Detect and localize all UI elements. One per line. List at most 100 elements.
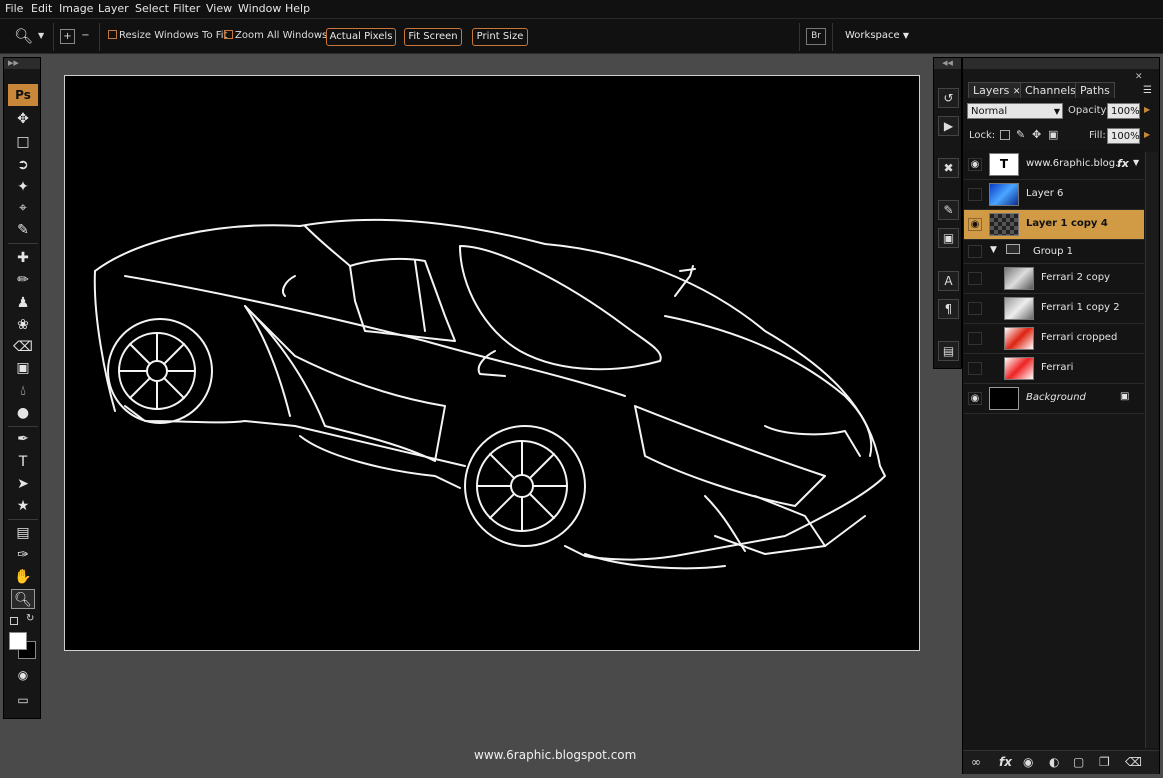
layer-row[interactable]: ◉ Layer 1 copy 4 — [964, 210, 1144, 240]
gradient-tool-icon[interactable]: ▣ — [11, 358, 35, 378]
path-selection-tool-icon[interactable]: ➤ — [11, 474, 35, 494]
menu-filter[interactable]: Filter — [173, 2, 200, 15]
zoom-out-icon[interactable]: − — [78, 29, 93, 44]
visibility-toggle[interactable] — [968, 332, 982, 345]
panel-grip[interactable]: ▶▶ — [4, 58, 40, 69]
move-tool-icon[interactable]: ✥ — [11, 109, 35, 129]
lock-all-icon[interactable]: ▣ — [1048, 128, 1058, 141]
screen-mode-icon[interactable]: ▭ — [11, 690, 35, 710]
clone-source-icon[interactable]: ▣ — [938, 228, 959, 248]
zoom-all-windows-checkbox[interactable]: Zoom All Windows — [224, 30, 327, 41]
tab-paths[interactable]: Paths — [1075, 82, 1115, 98]
menu-file[interactable]: File — [5, 2, 23, 15]
fx-icon[interactable]: fx — [1117, 157, 1129, 170]
layer-row[interactable]: Ferrari 2 copy — [964, 264, 1144, 294]
menu-view[interactable]: View — [206, 2, 232, 15]
layer-row[interactable]: Ferrari cropped — [964, 324, 1144, 354]
visibility-toggle[interactable] — [968, 245, 982, 258]
layer-row[interactable]: Ferrari 1 copy 2 — [964, 294, 1144, 324]
adjustment-layer-icon[interactable]: ◐ — [1049, 755, 1059, 769]
eye-icon[interactable]: ◉ — [968, 158, 982, 171]
fit-screen-button[interactable]: Fit Screen — [404, 28, 462, 46]
blur-tool-icon[interactable]: 💧︎ — [11, 381, 35, 401]
lasso-tool-icon[interactable]: ➲ — [11, 155, 35, 175]
zoom-tool-icon[interactable]: 🔍︎ — [11, 589, 35, 609]
resize-windows-checkbox[interactable]: Resize Windows To Fit — [108, 30, 227, 41]
menu-edit[interactable]: Edit — [31, 2, 52, 15]
menu-select[interactable]: Select — [135, 2, 169, 15]
layer-row[interactable]: ▼ Group 1 — [964, 240, 1144, 264]
new-group-icon[interactable]: ▢ — [1073, 755, 1084, 769]
visibility-toggle[interactable] — [968, 188, 982, 201]
tab-layers[interactable]: Layers ✕ — [968, 82, 1026, 98]
workspace-menu[interactable]: Workspace ▼ — [845, 30, 909, 41]
quick-mask-icon[interactable]: ◉ — [11, 665, 35, 685]
paragraph-icon[interactable]: ¶ — [938, 299, 959, 319]
eyedropper-tool-icon[interactable]: ✑ — [11, 545, 35, 565]
expand-triangle-icon[interactable]: ▼ — [990, 245, 997, 255]
lock-transparent-icon[interactable] — [1000, 130, 1010, 140]
print-size-button[interactable]: Print Size — [472, 28, 528, 46]
eye-icon[interactable]: ◉ — [968, 392, 982, 405]
collapse-icon[interactable]: ✕ — [1135, 72, 1143, 82]
shape-tool-icon[interactable]: ★ — [11, 496, 35, 516]
brushes-icon[interactable]: ✎ — [938, 200, 959, 220]
layer-row[interactable]: ◉ Background ▣ — [964, 384, 1144, 414]
marquee-tool-icon[interactable]: □ — [11, 132, 35, 152]
document-canvas[interactable] — [64, 75, 920, 651]
chevron-down-icon[interactable]: ▼ — [38, 31, 44, 40]
layers-scrollbar[interactable] — [1145, 152, 1158, 748]
menu-window[interactable]: Window — [238, 2, 281, 15]
chevron-down-icon[interactable]: ▼ — [1133, 158, 1139, 167]
trash-icon[interactable]: ⌫ — [1125, 755, 1142, 769]
lock-position-icon[interactable]: ✥ — [1032, 128, 1041, 141]
panel-menu-icon[interactable]: ☰ — [1143, 85, 1152, 96]
opacity-input[interactable]: 100% — [1107, 103, 1140, 119]
character-icon[interactable]: A — [938, 271, 959, 291]
fill-input[interactable]: 100% — [1107, 128, 1140, 144]
menu-image[interactable]: Image — [59, 2, 93, 15]
lock-image-icon[interactable]: ✎ — [1016, 128, 1025, 141]
foreground-color-swatch[interactable] — [9, 632, 27, 650]
actions-icon[interactable]: ▶ — [938, 116, 959, 136]
hand-tool-icon[interactable]: ✋ — [11, 567, 35, 587]
visibility-toggle[interactable] — [968, 362, 982, 375]
blend-mode-select[interactable]: Normal ▼ — [967, 103, 1063, 119]
visibility-toggle[interactable] — [968, 302, 982, 315]
panel-grip[interactable]: ◀◀ — [934, 58, 961, 69]
layer-row[interactable]: ◉ T www.6raphic.blog... fx ▼ — [964, 150, 1144, 180]
link-layers-icon[interactable]: ∞ — [971, 755, 981, 769]
fx-icon[interactable]: fx — [999, 755, 1012, 769]
tab-channels[interactable]: Channels — [1020, 82, 1081, 98]
panel-grip[interactable] — [963, 58, 1159, 69]
chevron-right-icon[interactable]: ▶ — [1144, 130, 1150, 139]
crop-tool-icon[interactable]: ⌖ — [11, 198, 35, 218]
zoom-tool-icon[interactable]: 🔍︎ — [14, 27, 33, 45]
actual-pixels-button[interactable]: Actual Pixels — [326, 28, 396, 46]
new-layer-icon[interactable]: ❐ — [1099, 755, 1110, 769]
chevron-right-icon[interactable]: ▶ — [1144, 105, 1150, 114]
menu-layer[interactable]: Layer — [98, 2, 129, 15]
slice-tool-icon[interactable]: ✎ — [11, 220, 35, 240]
default-colors-icon[interactable] — [10, 617, 18, 625]
swap-colors-icon[interactable]: ↻ — [26, 613, 34, 624]
brush-tool-icon[interactable]: ✏ — [11, 270, 35, 290]
layer-row[interactable]: Ferrari — [964, 354, 1144, 384]
dodge-tool-icon[interactable]: ● — [11, 403, 35, 423]
eye-icon[interactable]: ◉ — [968, 218, 982, 231]
bridge-icon[interactable]: Br — [806, 28, 826, 45]
menu-help[interactable]: Help — [285, 2, 310, 15]
history-icon[interactable]: ↺ — [938, 88, 959, 108]
magic-wand-tool-icon[interactable]: ✦ — [11, 177, 35, 197]
history-brush-tool-icon[interactable]: ❀ — [11, 315, 35, 335]
visibility-toggle[interactable] — [968, 272, 982, 285]
type-tool-icon[interactable]: T — [11, 452, 35, 472]
pen-tool-icon[interactable]: ✒ — [11, 429, 35, 449]
layer-mask-icon[interactable]: ◉ — [1023, 755, 1033, 769]
eraser-tool-icon[interactable]: ⌫ — [11, 337, 35, 357]
info-icon[interactable]: ▤ — [938, 341, 959, 361]
layer-row[interactable]: Layer 6 — [964, 180, 1144, 210]
clone-stamp-tool-icon[interactable]: ♟ — [11, 293, 35, 313]
healing-brush-tool-icon[interactable]: ✚ — [11, 248, 35, 268]
notes-tool-icon[interactable]: ▤ — [11, 523, 35, 543]
